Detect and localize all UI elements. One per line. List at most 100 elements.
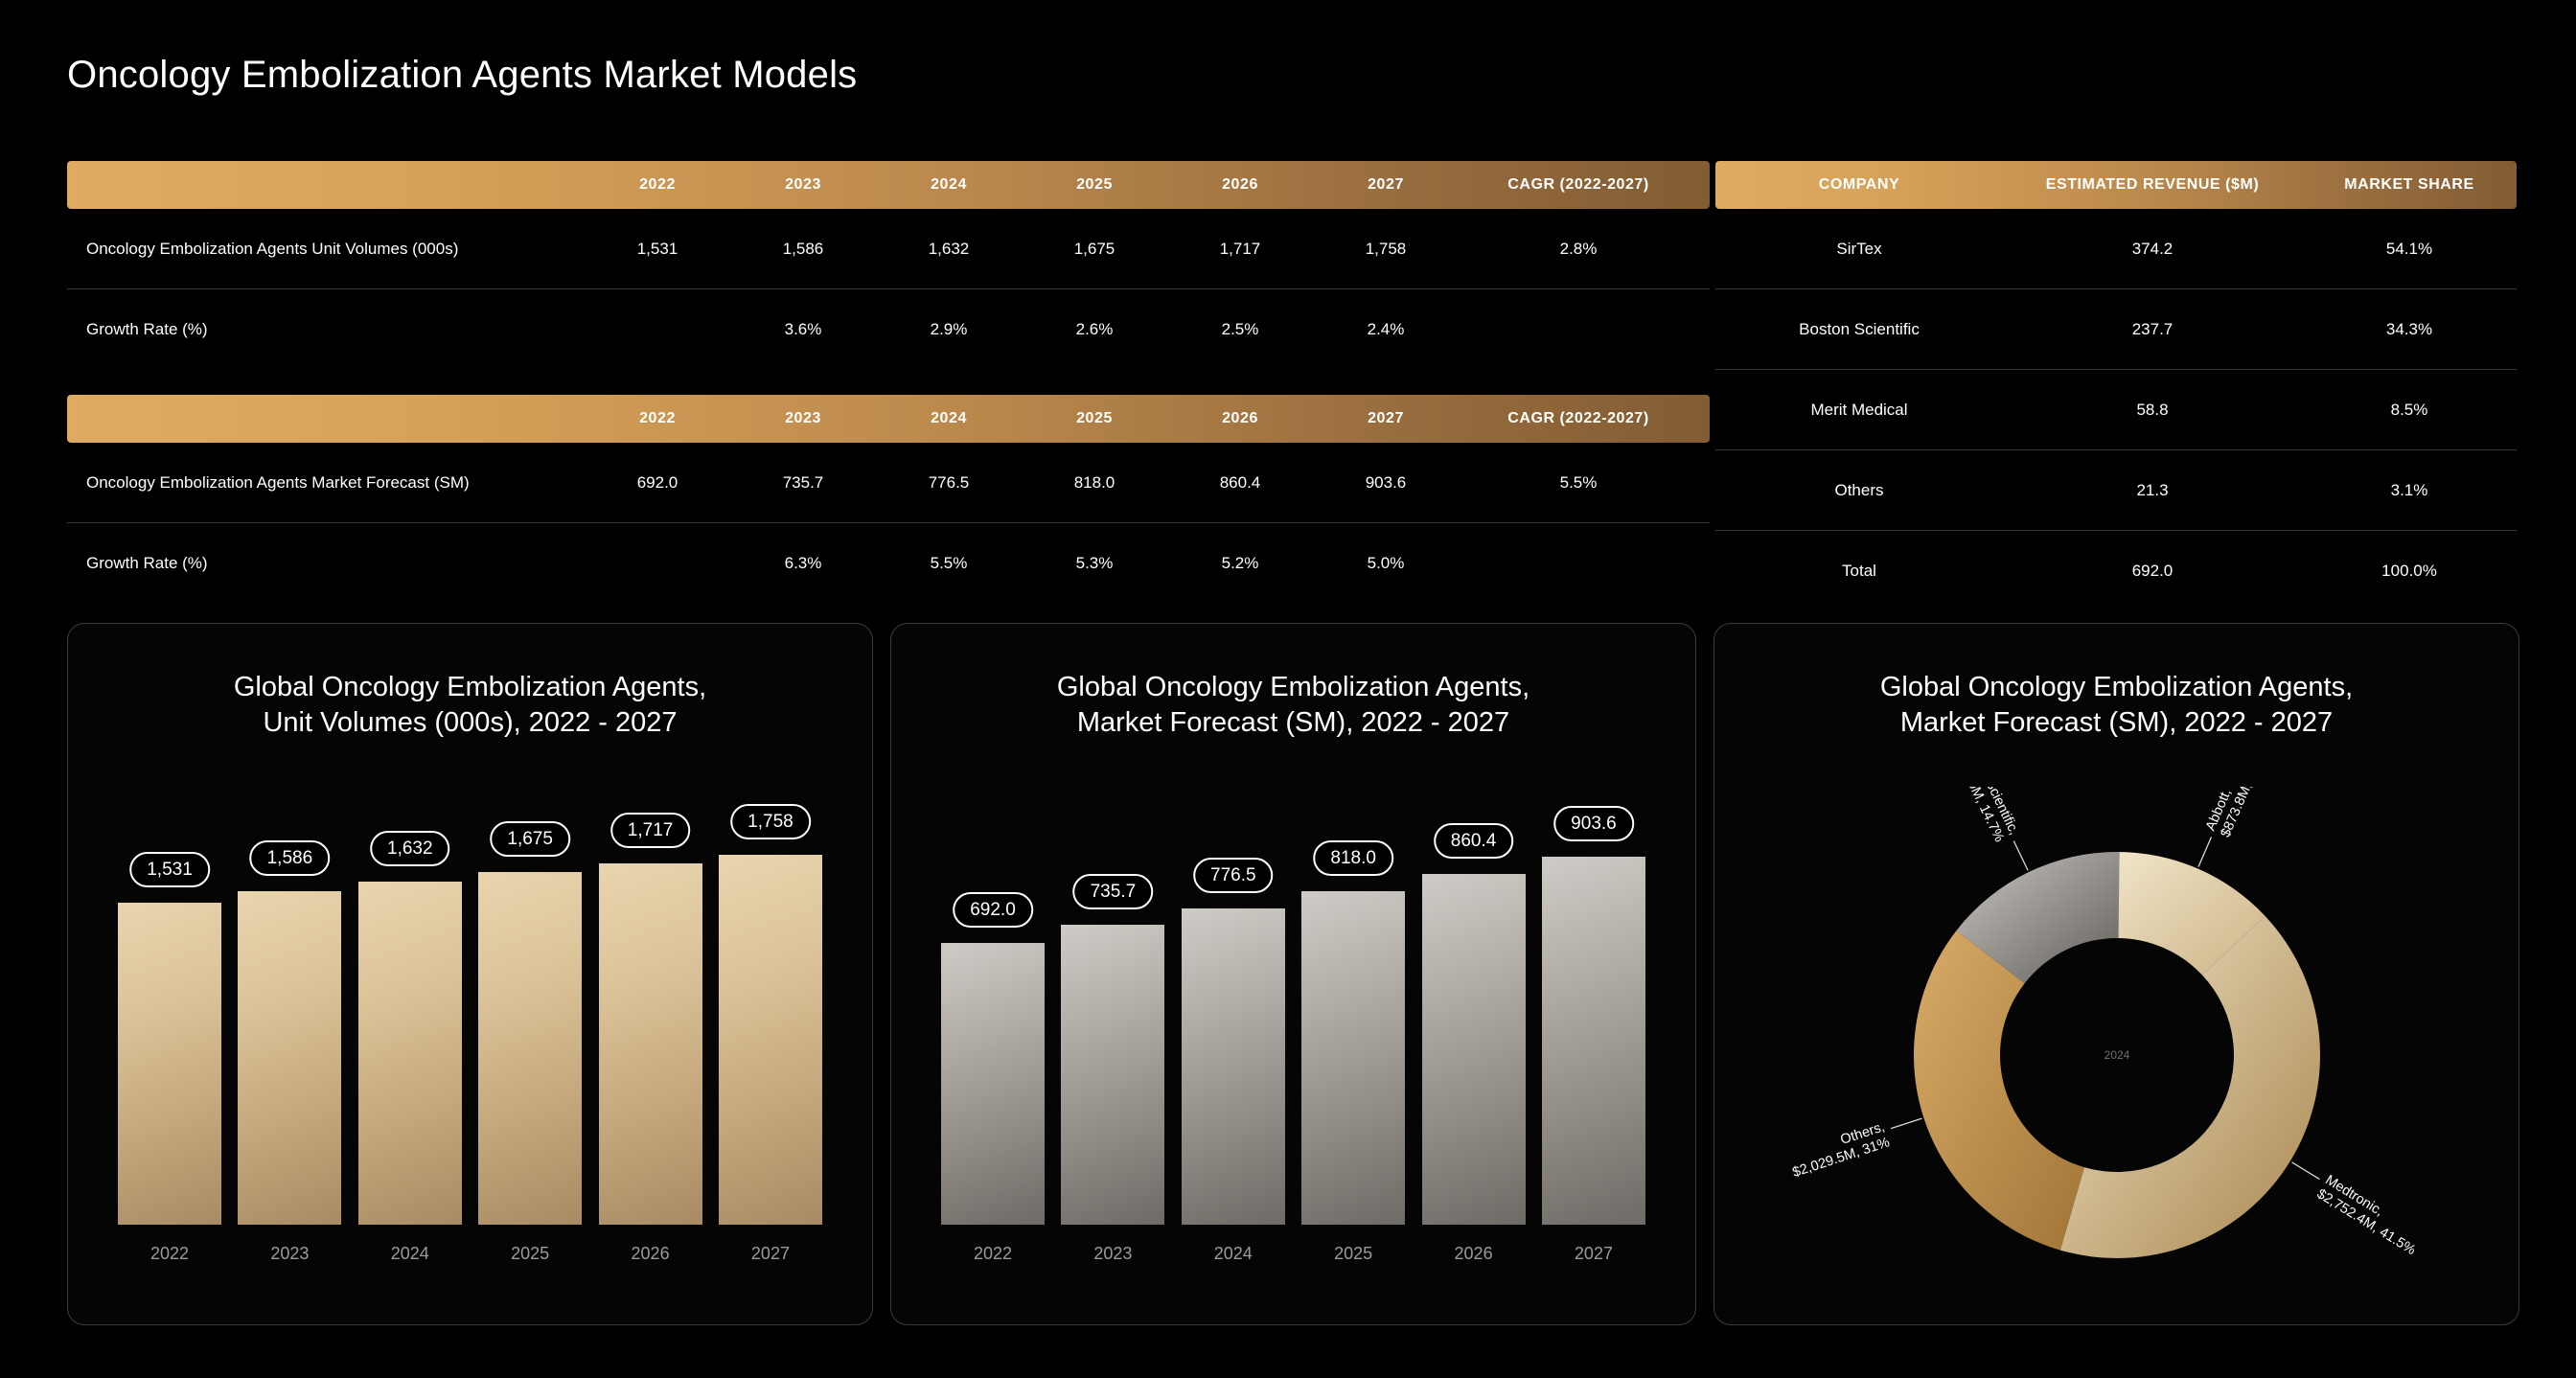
header-cell-2023: 2023 xyxy=(785,176,821,193)
row-label: Growth Rate (%) xyxy=(86,554,208,572)
x-tick-label: 2022 xyxy=(150,1244,190,1263)
table-row: SirTex 374.2 54.1% xyxy=(1715,209,2517,289)
cell-2022: 1,531 xyxy=(636,239,678,258)
bar-plot-area: 692.0 735.7 776.5 818.0 860.4 903.6 2022 2023… xyxy=(937,805,1649,1296)
bar-value-label: 735.7 xyxy=(1072,873,1154,909)
cell-share: 3.1% xyxy=(2390,480,2428,499)
cell-2027: 903.6 xyxy=(1365,472,1407,492)
donut-plot-area: Abbott,$873.8M, 13% Medtronic,$2,752.4M, … xyxy=(1714,787,2518,1324)
bar-value-label: 903.6 xyxy=(1553,805,1634,841)
chart-title-line-2: Unit Volumes (000s), 2022 - 2027 xyxy=(263,707,678,739)
page-title: Oncology Embolization Agents Market Mode… xyxy=(67,54,858,96)
row-label: Oncology Embolization Agents Market Fore… xyxy=(86,472,470,492)
cell-share: 8.5% xyxy=(2390,400,2428,419)
donut-slice[interactable] xyxy=(1913,930,2084,1251)
cell-2024: 2.9% xyxy=(930,320,968,338)
donut-slice-label: Medtronic,$2,752.4M, 41.5% xyxy=(2313,1172,2426,1258)
unit-volumes-table-header: 2022 2023 2024 2025 2026 2027 CAGR (2022… xyxy=(67,161,1710,209)
bar-value-label: 776.5 xyxy=(1193,857,1274,893)
donut-chart: Abbott,$873.8M, 13% Medtronic,$2,752.4M, … xyxy=(1790,787,2426,1258)
cell-2026: 2.5% xyxy=(1221,320,1259,338)
bar-group: 692.0 xyxy=(941,825,1045,1225)
cell-2024: 776.5 xyxy=(928,472,970,492)
market-forecast-table: 2022 2023 2024 2025 2026 2027 CAGR (2022… xyxy=(67,395,1710,604)
chart-card-unit-volumes: Global Oncology Embolization Agents, Uni… xyxy=(67,623,873,1325)
cell-2023: 6.3% xyxy=(784,554,822,572)
charts-row: Global Oncology Embolization Agents, Uni… xyxy=(67,623,2519,1325)
x-tick-label: 2024 xyxy=(390,1244,429,1263)
x-tick-label: 2022 xyxy=(973,1244,1013,1263)
bar xyxy=(1421,873,1526,1225)
header-cell-2027: 2027 xyxy=(1368,176,1404,193)
header-cell-estimated-revenue: ESTIMATED REVENUE ($M) xyxy=(2045,176,2260,193)
bar-group: 1,758 xyxy=(718,804,822,1225)
donut-slice-label: Boston Scientific,$976.0M, 14.7% xyxy=(1946,787,2021,844)
cell-revenue: 58.8 xyxy=(2136,400,2169,419)
cell-2027: 2.4% xyxy=(1367,320,1405,338)
header-cell-2025: 2025 xyxy=(1076,176,1113,193)
table-row: Oncology Embolization Agents Market Fore… xyxy=(67,443,1710,523)
bar-value-label: 818.0 xyxy=(1313,839,1393,876)
cell-share: 100.0% xyxy=(2381,562,2437,580)
bar-group: 1,586 xyxy=(238,825,342,1225)
header-cell-2027: 2027 xyxy=(1368,410,1404,426)
cell-2027: 1,758 xyxy=(1365,239,1407,258)
cell-2022: 692.0 xyxy=(636,472,678,492)
bar-group: 1,675 xyxy=(478,821,583,1225)
bar xyxy=(1301,890,1406,1225)
x-tick-label: 2026 xyxy=(1454,1244,1493,1263)
cell-2026: 1,717 xyxy=(1219,239,1261,258)
header-cell-market-share: MARKET SHARE xyxy=(2344,176,2474,193)
x-tick-label: 2024 xyxy=(1213,1244,1253,1263)
x-tick-label: 2027 xyxy=(750,1244,790,1263)
chart-title-unit-volumes: Global Oncology Embolization Agents, Uni… xyxy=(68,670,872,741)
header-cell-2023: 2023 xyxy=(785,410,821,426)
cell-2025: 5.3% xyxy=(1075,554,1114,572)
company-share-table-header: COMPANY ESTIMATED REVENUE ($M) MARKET SH… xyxy=(1715,161,2517,209)
bar-value-label: 1,586 xyxy=(249,839,331,876)
dashboard-page: Oncology Embolization Agents Market Mode… xyxy=(0,0,2576,1378)
cell-2025: 1,675 xyxy=(1073,239,1116,258)
table-row: Growth Rate (%) 3.6% 2.9% 2.6% 2.5% 2.4% xyxy=(67,289,1710,370)
donut-leader-line xyxy=(1890,1117,1922,1130)
bar xyxy=(718,855,822,1225)
bar-value-label: 1,632 xyxy=(370,830,450,866)
chart-card-market-forecast: Global Oncology Embolization Agents, Mar… xyxy=(890,623,1696,1325)
header-cell-cagr: CAGR (2022-2027) xyxy=(1507,410,1649,426)
bar-group: 1,717 xyxy=(598,813,702,1225)
cell-company: SirTex xyxy=(1836,239,1882,258)
header-cell-2022: 2022 xyxy=(639,176,676,193)
chart-title-market-forecast: Global Oncology Embolization Agents, Mar… xyxy=(891,670,1695,741)
cell-2023: 735.7 xyxy=(782,472,824,492)
table-row: Growth Rate (%) 6.3% 5.5% 5.3% 5.2% 5.0% xyxy=(67,523,1710,604)
x-tick-label: 2027 xyxy=(1574,1244,1613,1263)
cell-share: 34.3% xyxy=(2385,319,2433,338)
donut-leader-line xyxy=(2196,837,2212,867)
donut-slice[interactable] xyxy=(2059,915,2320,1258)
bar-group: 903.6 xyxy=(1541,805,1645,1225)
chart-title-line-2: Market Forecast (SM), 2022 - 2027 xyxy=(1899,707,2334,739)
cell-2024: 1,632 xyxy=(928,239,970,258)
chart-card-market-share-donut: Global Oncology Embolization Agents, Mar… xyxy=(1714,623,2519,1325)
table-row: Others 21.3 3.1% xyxy=(1715,450,2517,531)
table-row: Merit Medical 58.8 8.5% xyxy=(1715,370,2517,450)
table-row-total: Total 692.0 100.0% xyxy=(1715,531,2517,611)
bar-value-label: 860.4 xyxy=(1433,822,1514,859)
bar xyxy=(1181,907,1285,1225)
left-tables-group: 2022 2023 2024 2025 2026 2027 CAGR (2022… xyxy=(67,161,1710,604)
unit-volumes-table: 2022 2023 2024 2025 2026 2027 CAGR (2022… xyxy=(67,161,1710,370)
cell-company: Merit Medical xyxy=(1810,400,1908,419)
header-cell-cagr: CAGR (2022-2027) xyxy=(1507,176,1649,193)
bar xyxy=(478,872,583,1225)
row-label: Oncology Embolization Agents Unit Volume… xyxy=(86,239,459,258)
cell-revenue: 237.7 xyxy=(2131,319,2174,338)
bar-plot-area: 1,531 1,586 1,632 1,675 1,717 1,758 2022 2023… xyxy=(114,804,826,1296)
bar xyxy=(118,903,221,1225)
bar xyxy=(941,942,1045,1225)
donut-leader-line xyxy=(2012,840,2029,871)
header-cell-2024: 2024 xyxy=(931,410,967,426)
header-cell-2026: 2026 xyxy=(1222,410,1258,426)
bar xyxy=(1061,924,1165,1225)
bar xyxy=(598,863,702,1225)
company-share-table: COMPANY ESTIMATED REVENUE ($M) MARKET SH… xyxy=(1715,161,2517,611)
